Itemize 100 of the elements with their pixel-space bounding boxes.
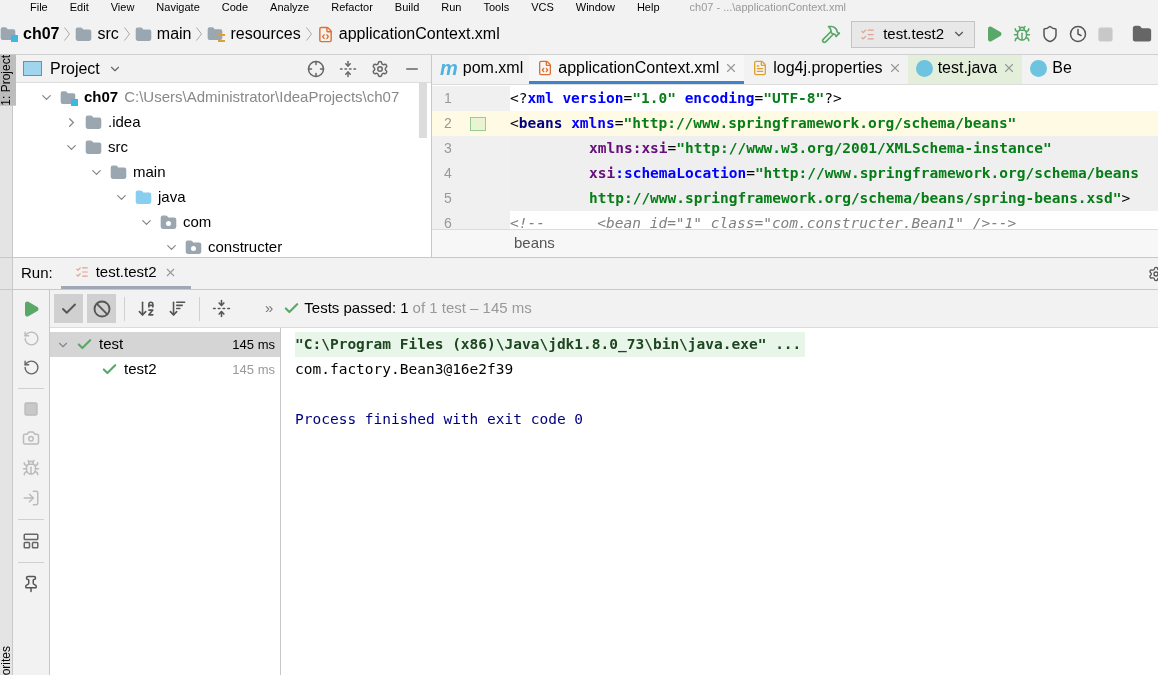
code-text: <beans xmlns="http://www.springframework.org/schema/beans" — [510, 113, 1017, 133]
menu-item[interactable]: Code — [221, 0, 249, 14]
tree-item-label[interactable]: java — [158, 186, 186, 209]
window-title: ch07 - ...\applicationContext.xml — [689, 0, 847, 14]
editor-tab[interactable]: log4j.properties — [744, 55, 908, 84]
breadcrumb-separator-icon — [196, 27, 203, 41]
project-structure-icon[interactable] — [1132, 24, 1152, 44]
build-hammer-icon[interactable] — [821, 24, 842, 44]
properties-file-icon — [752, 60, 769, 76]
test-tree-row[interactable]: test 145 ms — [50, 332, 280, 357]
editor-tab[interactable]: test.java — [907, 55, 1023, 84]
project-view-dropdown[interactable]: Project — [50, 56, 122, 81]
menu-item[interactable]: View — [110, 0, 135, 14]
menu-item[interactable]: Tools — [483, 0, 510, 14]
scrollbar[interactable] — [419, 83, 427, 138]
editor-tab[interactable]: Be — [1022, 55, 1078, 84]
tree-item-label[interactable]: .idea — [108, 111, 141, 134]
test-name: test2 — [124, 359, 157, 380]
test-status: Tests passed: 1 — [304, 298, 409, 319]
run-icon[interactable] — [985, 25, 1003, 43]
line-number: 1 — [443, 89, 453, 108]
debug-bug-icon[interactable] — [1013, 25, 1031, 43]
run-tab[interactable]: test.test2 — [60, 258, 191, 289]
module-folder-icon — [0, 26, 18, 42]
project-view-icon — [23, 61, 42, 76]
rerun-icon[interactable] — [22, 300, 40, 318]
run-config-dropdown[interactable]: test.test2 — [851, 20, 975, 48]
folder-icon — [134, 25, 152, 43]
test-config-icon — [860, 26, 876, 42]
console-line: Process finished with exit code 0 — [295, 409, 585, 429]
xml-file-icon — [537, 60, 554, 76]
breadcrumb-item[interactable]: src — [75, 22, 119, 46]
xml-file-icon — [316, 25, 334, 43]
sort-alphabetically-icon[interactable] — [137, 299, 156, 318]
folder-icon — [135, 189, 152, 206]
profile-clock-icon[interactable] — [1069, 25, 1087, 43]
import-icon[interactable] — [22, 489, 40, 507]
test-status-detail: of 1 test – 145 ms — [412, 298, 532, 319]
console-line: com.factory.Bean3@16e2f39 — [295, 359, 515, 379]
breadcrumb-item[interactable]: applicationContext.xml — [316, 22, 500, 46]
rerun-failed-icon[interactable] — [22, 330, 40, 347]
coverage-shield-icon[interactable] — [1041, 25, 1059, 43]
editor-tab[interactable]: applicationContext.xml — [529, 55, 745, 84]
maven-icon: m — [440, 58, 458, 78]
layout-icon[interactable] — [22, 532, 40, 550]
module-folder-icon — [60, 89, 78, 106]
breadcrumb-separator-icon — [123, 27, 130, 41]
menu-item[interactable]: Build — [394, 0, 420, 14]
breadcrumb-separator-icon — [64, 27, 71, 41]
line-number: 3 — [443, 139, 453, 158]
class-icon — [915, 59, 933, 77]
camera-icon[interactable] — [22, 429, 40, 447]
collapse-all-icon[interactable] — [339, 59, 357, 78]
menu-item[interactable]: File — [30, 0, 48, 14]
editor-tab[interactable]: m pom.xml — [432, 55, 530, 84]
class-icon — [1030, 59, 1048, 77]
expand-all-icon[interactable] — [212, 299, 231, 318]
line-number: 2 — [443, 114, 453, 133]
menu-item[interactable]: Edit — [69, 0, 89, 14]
code-text: xmlns:xsi="http://www.w3.org/2001/XMLSchema-instance" — [588, 138, 1052, 158]
line-number: 4 — [443, 164, 453, 183]
locate-crosshair-icon[interactable] — [307, 59, 325, 78]
breadcrumb-separator-icon — [305, 27, 312, 41]
test-duration: 145 ms — [232, 360, 275, 379]
test-duration: 145 ms — [232, 335, 275, 354]
sort-by-duration-icon[interactable] — [168, 299, 187, 318]
show-ignored-toggle[interactable] — [87, 294, 116, 323]
code-text: http://www.springframework.org/schema/beans/spring-beans.xsd"> — [588, 188, 1131, 208]
pin-icon[interactable] — [22, 575, 40, 593]
breadcrumb-item[interactable]: main — [134, 22, 192, 46]
code-text: xsi:schemaLocation="http://www.springframework.org/schema/beans — [588, 163, 1139, 183]
menu-item[interactable]: Help — [636, 0, 660, 14]
folder-icon — [110, 164, 127, 181]
menu-item[interactable]: Navigate — [156, 0, 200, 14]
tree-item-label[interactable]: ch07 — [84, 86, 119, 109]
tree-item-label[interactable]: com — [183, 211, 212, 234]
settings-icon[interactable] — [371, 59, 389, 78]
folder-icon — [85, 114, 102, 131]
resources-folder-icon — [207, 26, 226, 42]
line-number: 5 — [443, 189, 453, 208]
breadcrumb-item[interactable]: ch07 — [0, 22, 60, 46]
toggle-auto-test-icon[interactable] — [22, 359, 40, 376]
menu-item[interactable]: Refactor — [331, 0, 373, 14]
breadcrumb-item[interactable]: resources — [207, 22, 301, 46]
menu-item[interactable]: Analyze — [270, 0, 310, 14]
menu-item[interactable]: Run — [441, 0, 462, 14]
tree-item-label[interactable]: main — [133, 161, 166, 184]
package-icon — [160, 214, 177, 231]
show-passed-toggle[interactable] — [54, 294, 83, 323]
spring-bean-gutter-icon[interactable] — [470, 116, 486, 131]
breadcrumb-item[interactable]: beans — [514, 232, 555, 255]
tree-item-label[interactable]: constructer — [208, 236, 283, 257]
menu-item[interactable]: VCS — [531, 0, 554, 14]
more-chevron[interactable]: » — [265, 297, 274, 320]
folder-icon — [75, 25, 93, 43]
tree-item-label[interactable]: src — [108, 136, 128, 159]
ban-icon — [92, 299, 111, 318]
code-text: <?xml version="1.0" encoding="UTF-8"?> — [510, 88, 842, 108]
menu-item[interactable]: Window — [575, 0, 615, 14]
export-bug-icon[interactable] — [22, 459, 40, 477]
